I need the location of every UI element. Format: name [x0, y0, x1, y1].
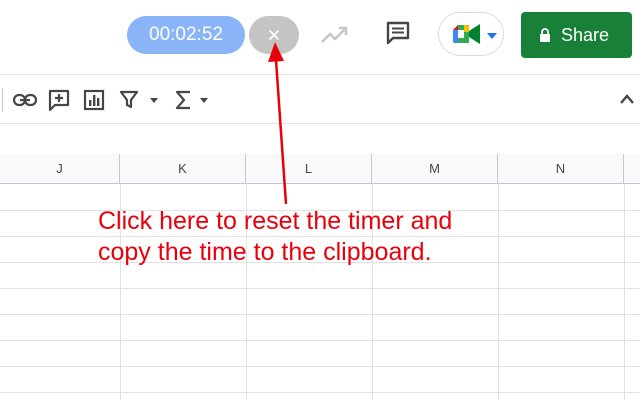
share-label: Share — [561, 25, 610, 45]
trending-up-icon[interactable] — [320, 24, 350, 46]
chevron-up-icon[interactable] — [619, 93, 635, 105]
lock-icon — [540, 28, 550, 42]
meet-button[interactable] — [438, 12, 504, 56]
row-divider — [0, 288, 640, 289]
filter-icon[interactable] — [119, 88, 163, 112]
insert-comment-icon[interactable] — [48, 88, 70, 112]
annotation-text: Click here to reset the timer and copy t… — [98, 206, 618, 268]
chevron-down-icon — [487, 33, 497, 39]
row-divider — [0, 340, 640, 341]
insert-chart-icon[interactable] — [83, 88, 105, 112]
formula-bar[interactable] — [0, 124, 640, 155]
annotation-line-1: Click here to reset the timer and — [98, 207, 453, 235]
column-header-n[interactable]: N — [498, 154, 624, 184]
annotation-line-2: copy the time to the clipboard. — [98, 238, 432, 266]
top-bar: 00:02:52 Share — [0, 0, 640, 74]
close-icon — [269, 30, 279, 40]
row-divider — [0, 392, 640, 393]
toolbar-divider — [2, 88, 3, 112]
google-meet-icon — [453, 24, 480, 44]
column-header-row: J K L M N — [0, 154, 640, 184]
timer-display[interactable]: 00:02:52 — [127, 16, 245, 54]
insert-link-icon[interactable] — [12, 88, 38, 112]
column-header-j[interactable]: J — [0, 154, 120, 184]
column-header-l[interactable]: L — [246, 154, 372, 184]
row-divider — [0, 366, 640, 367]
functions-icon[interactable] — [174, 88, 214, 112]
column-divider — [624, 184, 625, 400]
row-divider — [0, 314, 640, 315]
comment-icon[interactable] — [385, 20, 411, 46]
timer-value: 00:02:52 — [149, 24, 223, 45]
column-header-m[interactable]: M — [372, 154, 498, 184]
reset-timer-button[interactable] — [249, 16, 299, 54]
toolbar — [0, 74, 640, 124]
column-header-k[interactable]: K — [120, 154, 246, 184]
share-button[interactable]: Share — [521, 12, 632, 58]
